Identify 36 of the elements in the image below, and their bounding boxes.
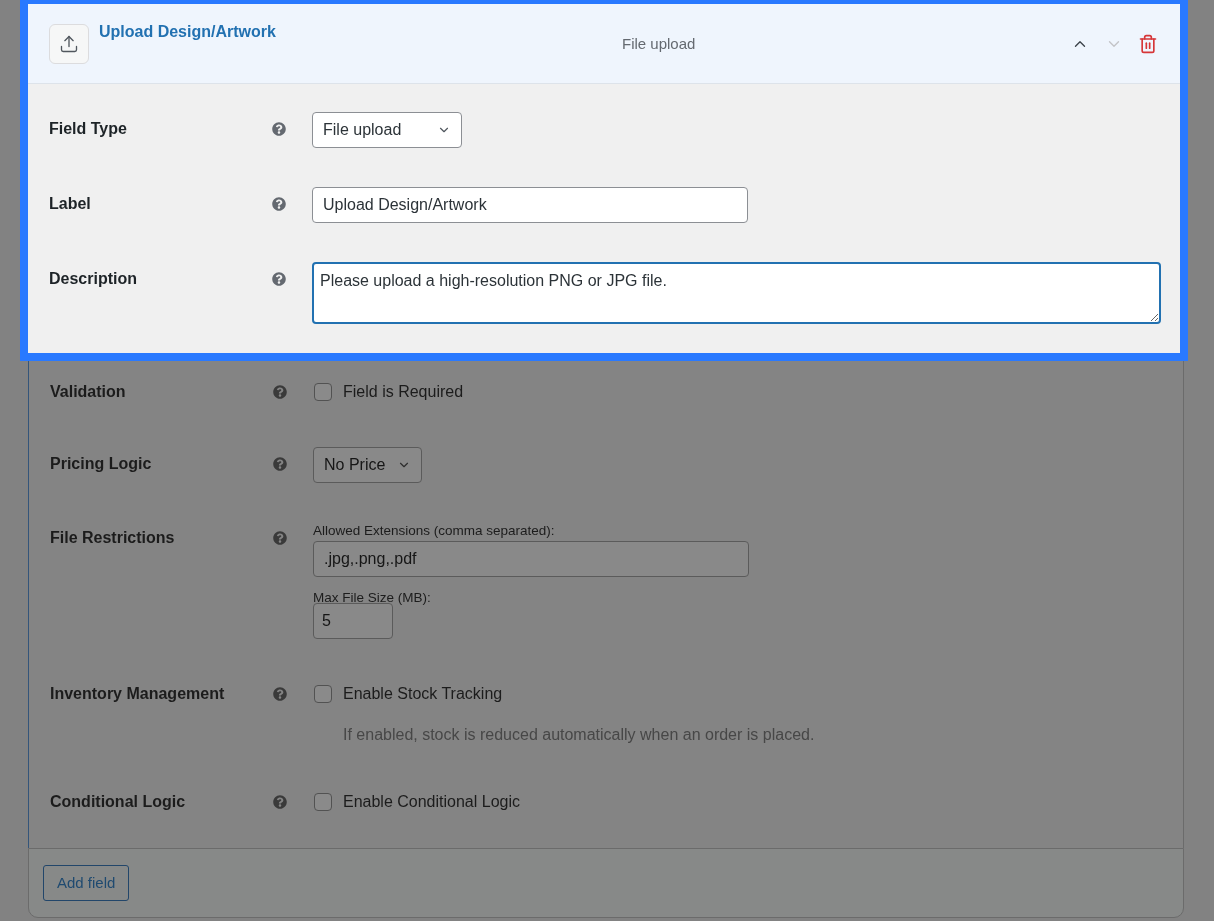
help-icon [272, 197, 286, 211]
dropdown[interactable]: No Price [313, 447, 422, 483]
setting-label: Conditional Logic [50, 793, 186, 810]
checkbox-label: Enable Stock Tracking [343, 684, 503, 704]
help-icon [272, 272, 286, 286]
help-icon [272, 122, 286, 136]
text-field[interactable]: .jpg,.png,.pdf [313, 541, 749, 577]
text-area[interactable]: Please upload a high-resolution PNG or JPG file. [312, 262, 1161, 324]
help-text: If enabled, stock is reduced automatically when an order is placed. [343, 725, 815, 745]
field-title: Upload Design/Artwork [99, 23, 276, 41]
setting-label: Field Type [49, 120, 127, 137]
text-field[interactable]: Upload Design/Artwork [312, 187, 748, 223]
setting-label: Pricing Logic [50, 455, 152, 472]
help-icon [273, 687, 287, 701]
input-caption: Allowed Extensions (comma separated): [313, 522, 555, 540]
checkbox-label: Field is Required [343, 382, 464, 402]
help-icon [273, 795, 287, 809]
setting-label: Label [49, 195, 91, 212]
dropdown[interactable]: File upload [312, 112, 462, 148]
number-field[interactable]: 5 [313, 603, 393, 639]
checkbox[interactable] [314, 383, 332, 401]
upload-icon [49, 24, 89, 64]
checkbox[interactable] [314, 793, 332, 811]
input-caption: Max File Size (MB): [313, 590, 431, 606]
checkbox-label: Enable Conditional Logic [343, 792, 520, 812]
setting-label: Description [49, 270, 137, 287]
help-icon [273, 385, 287, 399]
checkbox[interactable] [314, 685, 332, 703]
setting-label: File Restrictions [50, 529, 175, 546]
setting-label: Inventory Management [50, 685, 225, 702]
field-type-text: File upload [622, 34, 696, 54]
add-field-button[interactable]: Add field [43, 865, 130, 901]
help-icon [273, 457, 287, 471]
help-icon [273, 531, 287, 545]
trash-icon [1138, 34, 1158, 54]
setting-label: Validation [50, 383, 126, 400]
